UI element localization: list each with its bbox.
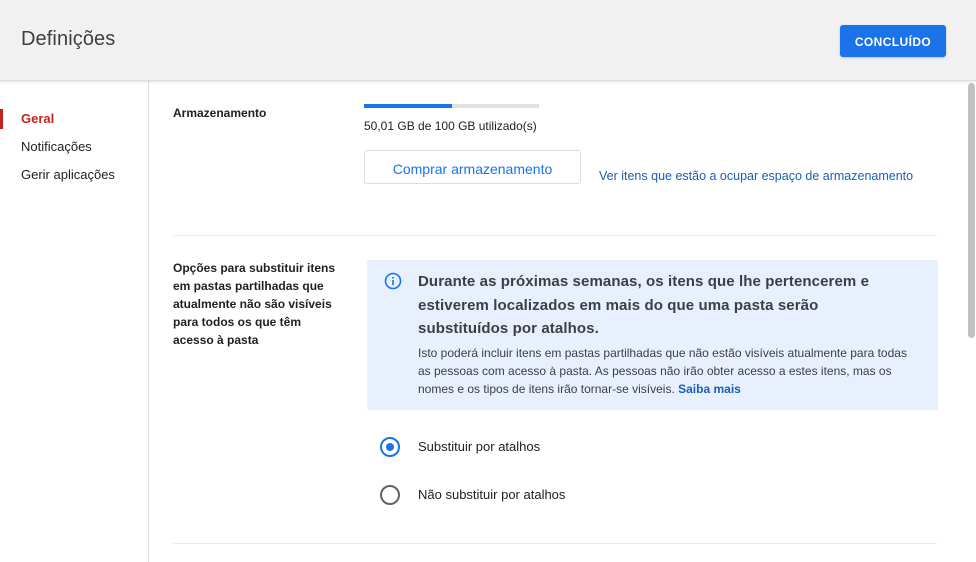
learn-more-link[interactable]: Saiba mais [678,382,741,396]
content-scrollbar[interactable] [966,81,976,562]
dialog-title: Definições [21,28,116,50]
settings-sidebar: Geral Notificações Gerir aplicações [0,81,149,562]
sidebar-item-general[interactable]: Geral [21,111,54,126]
info-heading: Durante as próximas semanas, os itens qu… [418,273,870,337]
done-button[interactable]: CONCLUÍDO [840,25,946,57]
settings-content: Armazenamento 50,01 GB de 100 GB utiliza… [149,81,964,562]
shortcut-info-box: Durante as próximas semanas, os itens qu… [367,260,938,410]
storage-section-label: Armazenamento [173,106,267,120]
section-divider [173,235,937,236]
storage-usage-text: 50,01 GB de 100 GB utilizado(s) [364,119,537,133]
radio-button-unselected[interactable] [380,485,400,505]
radio-button-selected[interactable] [380,437,400,457]
radio-selected-dot [386,443,394,451]
sidebar-item-notifications[interactable]: Notificações [21,139,92,154]
storage-usage-bar [364,104,539,108]
sidebar-item-manage-apps[interactable]: Gerir aplicações [21,167,115,182]
view-storage-items-link[interactable]: Ver itens que estão a ocupar espaço de a… [364,159,964,193]
active-nav-indicator [0,109,3,129]
scrollbar-thumb[interactable] [968,83,975,338]
replace-options-section-label: Opções para substituir itens em pastas p… [173,261,336,347]
info-body: Isto poderá incluir itens em pastas part… [418,344,918,398]
settings-dialog: Definições CONCLUÍDO Geral Notificações … [0,0,976,562]
radio-label-replace: Substituir por atalhos [418,439,541,454]
info-body-text: Isto poderá incluir itens em pastas part… [418,346,907,396]
info-icon [384,272,402,290]
section-divider-bottom [173,543,937,544]
radio-label-dont-replace: Não substituir por atalhos [418,487,566,502]
storage-usage-fill [364,104,452,108]
dialog-header: Definições CONCLUÍDO [0,0,976,81]
